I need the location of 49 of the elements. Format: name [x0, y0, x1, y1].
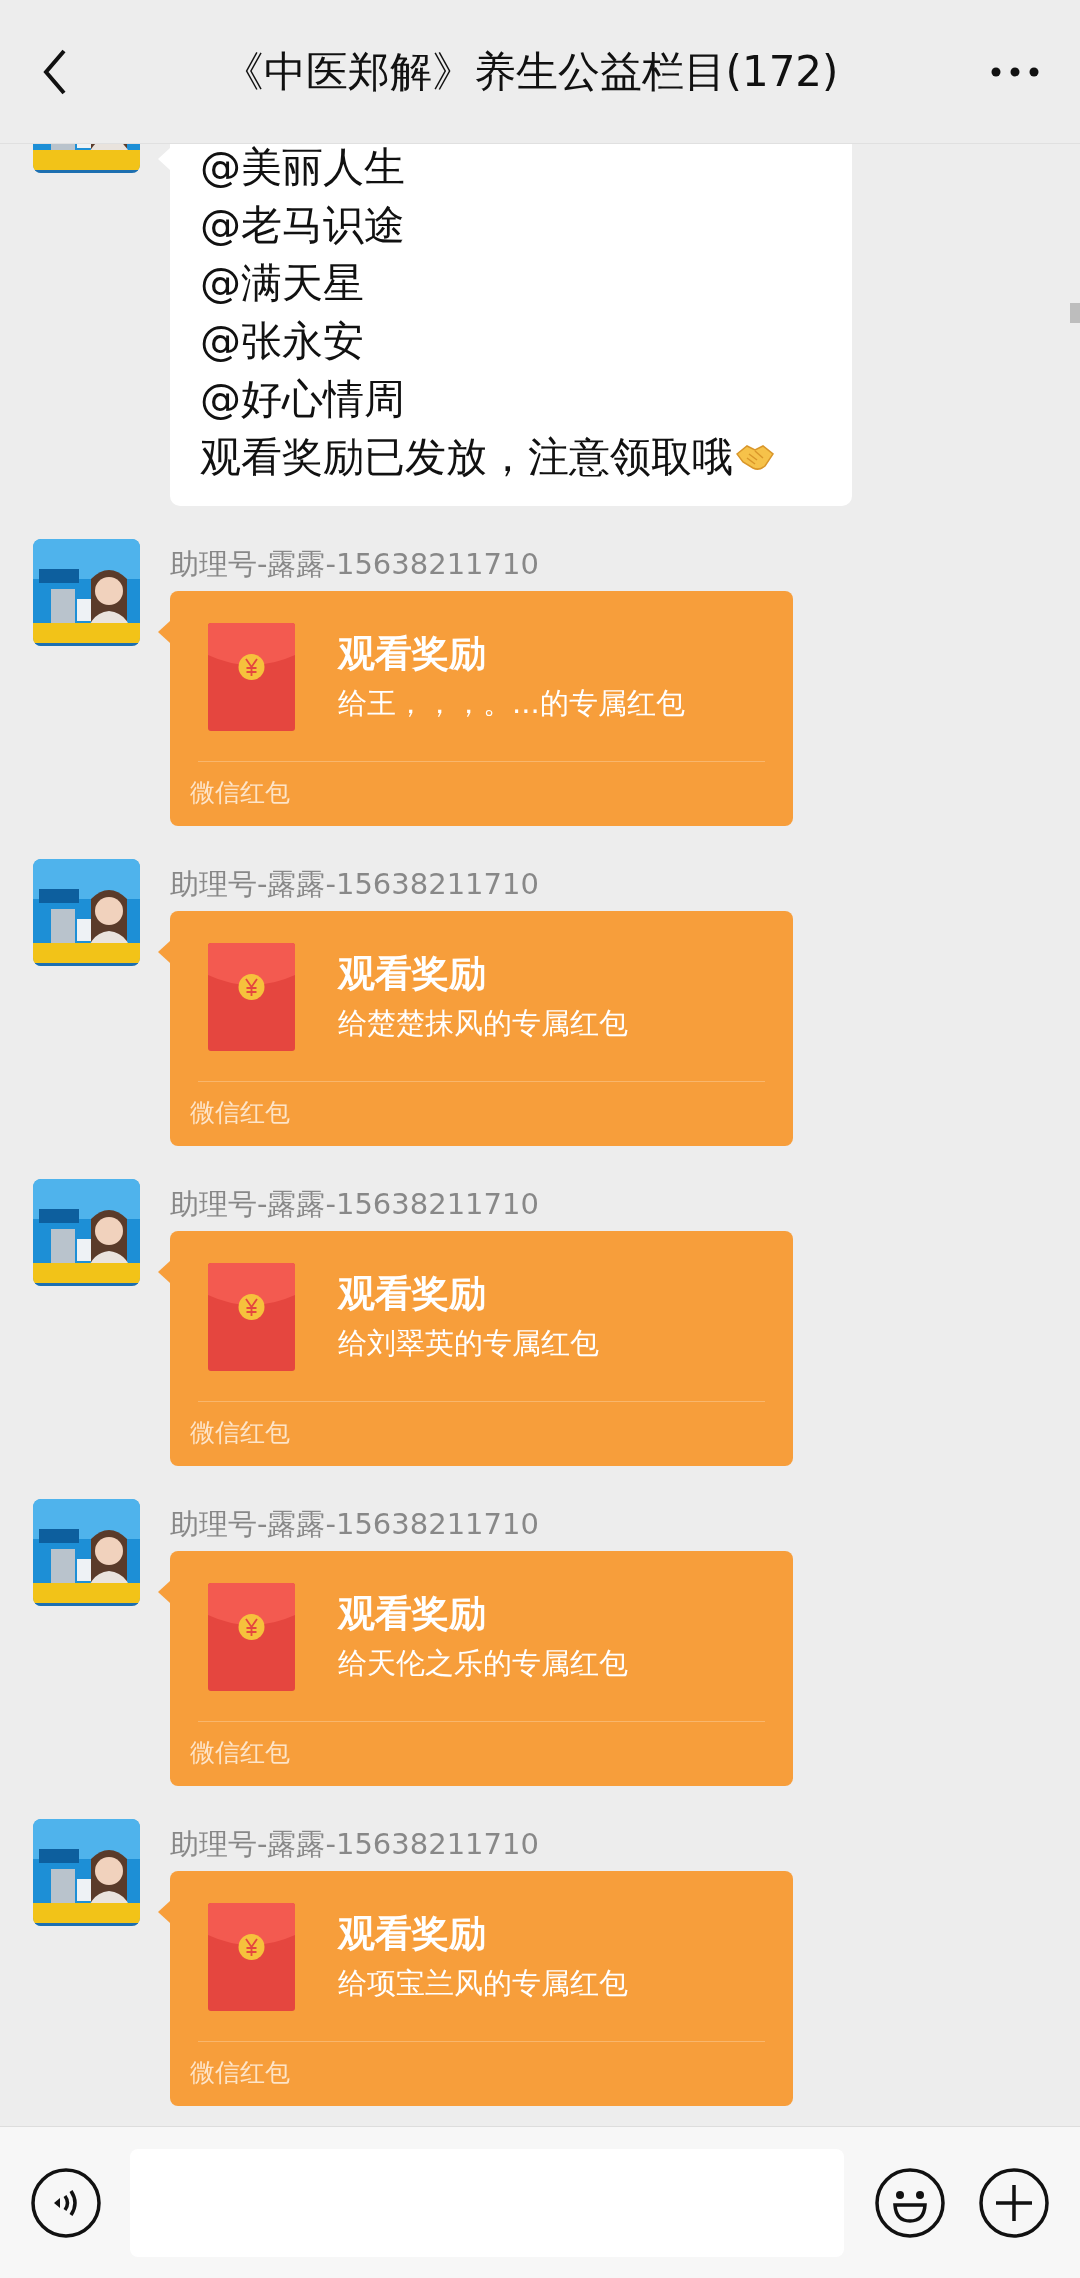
add-icon[interactable]	[978, 2166, 1050, 2239]
message-line: 观看奖励已发放，注意领取哦	[200, 431, 733, 483]
message-line: @张永安	[200, 315, 364, 367]
packet-recipient: 给刘翠英的专属红包	[338, 1325, 599, 1362]
message-line: @满天星	[200, 257, 364, 309]
packet-recipient: 给项宝兰风的专属红包	[338, 1965, 628, 2002]
money-packet-card[interactable]: 观看奖励 给楚楚抹风的专属红包 微信红包	[170, 911, 793, 1146]
more-icon[interactable]	[990, 65, 1040, 78]
emoji-icon[interactable]	[874, 2166, 946, 2239]
packet-label: 微信红包	[190, 1737, 290, 1769]
sender-name: 助理号-露露-15638211710	[170, 1826, 539, 1863]
bubble-tail	[158, 1901, 170, 1923]
packet-title: 观看奖励	[338, 1911, 487, 1957]
packet-recipient: 给天伦之乐的专属红包	[338, 1645, 628, 1682]
envelope-icon	[208, 623, 295, 731]
packet-title: 观看奖励	[338, 631, 487, 677]
packet-label: 微信红包	[190, 2057, 290, 2089]
voice-icon[interactable]	[30, 2166, 102, 2239]
packet-label: 微信红包	[190, 1417, 290, 1449]
chat-title: 《中医郑解》养生公益栏目(172)	[220, 45, 840, 98]
packet-title: 观看奖励	[338, 951, 487, 997]
money-packet-card[interactable]: 观看奖励 给刘翠英的专属红包 微信红包	[170, 1231, 793, 1466]
money-packet-card[interactable]: 观看奖励 给项宝兰风的专属红包 微信红包	[170, 1871, 793, 2106]
message-bubble[interactable]: @美丽人生 @老马识途 @满天星 @张永安 @好心情周 观看奖励已发放，注意领取哦	[170, 144, 852, 506]
envelope-icon	[208, 1583, 295, 1691]
bubble-tail	[158, 941, 170, 963]
sender-name: 助理号-露露-15638211710	[170, 866, 539, 903]
bubble-tail	[158, 1261, 170, 1283]
money-packet-card[interactable]: 观看奖励 给王，，，。...的专属红包 微信红包	[170, 591, 793, 826]
sender-name: 助理号-露露-15638211710	[170, 1186, 539, 1223]
bubble-tail	[158, 621, 170, 643]
packet-label: 微信红包	[190, 777, 290, 809]
envelope-icon	[208, 1263, 295, 1371]
message-line: @好心情周	[200, 373, 405, 425]
packet-label: 微信红包	[190, 1097, 290, 1129]
envelope-icon	[208, 943, 295, 1051]
packet-recipient: 给王，，，。...的专属红包	[338, 685, 685, 722]
money-packet-card[interactable]: 观看奖励 给天伦之乐的专属红包 微信红包	[170, 1551, 793, 1786]
handshake-icon	[735, 442, 775, 472]
sender-name: 助理号-露露-15638211710	[170, 546, 539, 583]
sender-name: 助理号-露露-15638211710	[170, 1506, 539, 1543]
message-line: @美丽人生	[200, 144, 405, 193]
bubble-tail	[158, 1581, 170, 1603]
scrollbar-thumb[interactable]	[1070, 303, 1080, 323]
packet-title: 观看奖励	[338, 1271, 487, 1317]
packet-title: 观看奖励	[338, 1591, 487, 1637]
envelope-icon	[208, 1903, 295, 2011]
packet-recipient: 给楚楚抹风的专属红包	[338, 1005, 628, 1042]
message-line: @老马识途	[200, 199, 405, 251]
